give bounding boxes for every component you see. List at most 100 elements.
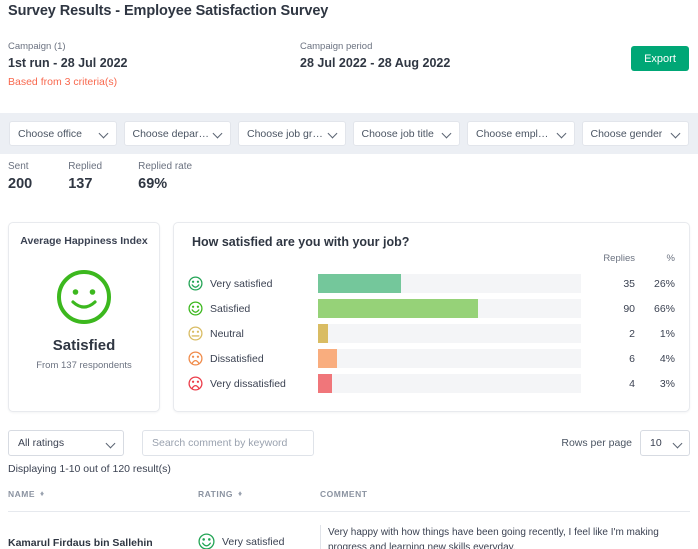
filter-select-department[interactable]: Choose departm... [123,121,231,146]
rows-per-page-select[interactable]: 10 [640,430,690,456]
campaign-value: 1st run - 28 Jul 2022 [8,56,128,70]
page-title: Survey Results - Employee Satisfaction S… [8,3,329,19]
stat-value: 137 [68,176,93,192]
satisfaction-bar-fill [318,374,333,393]
satisfaction-bar-track [318,274,581,293]
column-header-rating-label: RATING [198,489,233,499]
column-header-comment-label: COMMENT [320,489,368,499]
filter-select-office-value: Choose office [18,127,83,140]
chevron-down-icon [672,129,681,138]
satisfaction-bar-track [318,299,581,318]
filter-select-gender[interactable]: Choose gender [581,121,689,146]
satisfaction-row-percent: 1% [659,327,675,340]
survey-results-page: Survey Results - Employee Satisfaction S… [0,0,698,549]
filter-select-job-title[interactable]: Choose job title [352,121,460,146]
stat-value: 200 [8,176,33,192]
chevron-down-icon [100,129,109,138]
campaign-label: Campaign (1) [8,41,66,52]
sort-icon[interactable]: ♦ [40,490,45,498]
face-very-dissatisfied-icon [188,376,210,391]
filter-select-employment[interactable]: Choose employ... [467,121,575,146]
satisfaction-row-replies: 2 [629,327,635,340]
campaign-period-value: 28 Jul 2022 - 28 Aug 2022 [300,56,451,70]
filter-select-job-title-value: Choose job title [361,127,434,140]
satisfaction-row-label: Satisfied [210,302,251,315]
rows-per-page-label: Rows per page [561,437,632,449]
satisfaction-bar-rows: Very satisfied 35 26% Satisfied 90 66% Neutral… [188,271,675,396]
chevron-down-icon [107,439,116,448]
satisfaction-row-percent: 26% [653,277,675,290]
satisfaction-bar-fill [318,349,337,368]
filter-select-job-grade-value: Choose job grade [247,127,324,140]
export-button[interactable]: Export [631,46,689,71]
satisfaction-bar-fill [318,299,479,318]
table-cell-comment: Very happy with how things have been goi… [320,525,690,549]
chevron-down-icon [674,439,683,448]
filter-select-gender-value: Choose gender [590,127,663,140]
satisfaction-bar-track [318,324,581,343]
face-satisfied-icon [188,301,210,316]
column-header-comment: COMMENT [320,489,690,499]
satisfaction-row-label: Neutral [210,327,244,340]
chevron-down-icon [214,129,223,138]
stats-row: Sent 200 Replied 137 Replied rate 69% [8,160,228,194]
comments-table: NAME ♦ RATING ♦ COMMENT Kamarul Firdaus … [8,489,690,549]
filter-select-office[interactable]: Choose office [9,121,117,146]
satisfaction-row-replies: 6 [629,352,635,365]
satisfaction-row: Neutral 2 1% [188,321,675,346]
campaign-period-block: Campaign period 28 Jul 2022 - 28 Aug 202… [300,40,450,72]
table-row[interactable]: Kamarul Firdaus bin Sallehin Very satisfi… [8,512,690,549]
sort-icon[interactable]: ♦ [238,490,243,498]
chevron-down-icon [443,129,452,138]
satisfaction-bar-track [318,374,581,393]
column-header-rating[interactable]: RATING ♦ [198,489,320,499]
column-header-replies: Replies [603,253,635,264]
satisfaction-row: Dissatisfied 6 4% [188,346,675,371]
face-satisfied-large-icon [57,270,111,324]
face-very-satisfied-icon [188,276,210,291]
stat-label: Sent [8,161,29,172]
stat-sent: Sent 200 [8,160,32,194]
filter-bar: Choose office Choose departm... Choose job… [0,113,698,154]
satisfaction-row: Very satisfied 35 26% [188,271,675,296]
satisfaction-row-replies: 35 [623,277,635,290]
satisfaction-row: Very dissatisfied 4 3% [188,371,675,396]
column-header-name[interactable]: NAME ♦ [8,489,198,499]
rating-filter-value: All ratings [18,437,65,449]
satisfaction-question: How satisfied are you with your job? [192,235,410,249]
rows-per-page-value: 10 [650,437,662,449]
satisfaction-row-label: Dissatisfied [210,352,264,365]
satisfaction-row-replies: 90 [623,302,635,315]
results-cards: Average Happiness Index Satisfied From 1… [8,222,690,412]
face-neutral-icon [188,326,210,341]
table-cell-rating-label: Very satisfied [222,535,285,548]
campaign-block: Campaign (1) 1st run - 28 Jul 2022 Based… [8,40,128,90]
displaying-results-text: Displaying 1-10 out of 120 result(s) [8,463,171,475]
stat-replied-rate: Replied rate 69% [138,160,192,194]
satisfaction-row-replies: 4 [629,377,635,390]
satisfaction-bar-fill [318,274,401,293]
chevron-down-icon [558,129,567,138]
satisfaction-row-label: Very dissatisfied [210,377,286,390]
satisfaction-column-headers: Replies % [581,253,675,264]
comment-search-input[interactable] [142,430,314,456]
chevron-down-icon [329,129,338,138]
rows-per-page-group: Rows per page 10 [561,430,690,456]
campaign-meta-row: Campaign (1) 1st run - 28 Jul 2022 Based… [0,40,698,102]
satisfaction-row-percent: 4% [659,352,675,365]
rating-filter-select[interactable]: All ratings [8,430,124,456]
table-cell-name: Kamarul Firdaus bin Sallehin [8,537,153,549]
face-very-satisfied-icon [198,533,215,549]
happiness-respondents: From 137 respondents [36,360,132,371]
filter-select-job-grade[interactable]: Choose job grade [238,121,346,146]
satisfaction-question-card: How satisfied are you with your job? Rep… [173,222,690,412]
satisfaction-row-percent: 66% [653,302,675,315]
stat-label: Replied rate [138,161,193,172]
comment-controls: All ratings Rows per page 10 [8,430,690,456]
criteria-note: Based from 3 criteria(s) [8,76,118,88]
stat-replied: Replied 137 [68,160,102,194]
satisfaction-row-percent: 3% [659,377,675,390]
face-dissatisfied-icon [188,351,210,366]
column-header-name-label: NAME [8,489,36,499]
happiness-card-title: Average Happiness Index [20,235,148,247]
